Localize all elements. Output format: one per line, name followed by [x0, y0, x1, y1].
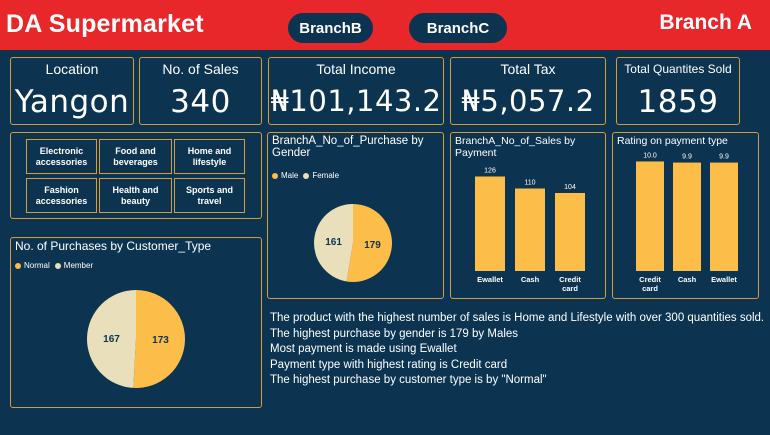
- bar-data-label: 110: [524, 180, 535, 187]
- pie-data-label: 179: [364, 240, 381, 251]
- pie-data-label: 167: [103, 334, 120, 345]
- bar-data-label: 10.0: [643, 152, 657, 159]
- kpi-label: Total Quantites Sold: [624, 62, 732, 76]
- bar-data-label: 9.9: [682, 154, 692, 161]
- bar-data-label: 104: [564, 184, 576, 191]
- kpi-location-card: Location Yangon: [10, 57, 134, 125]
- kpi-sales-card: No. of Sales 340: [139, 57, 262, 125]
- kpi-quantity-card: Total Quantites Sold 1859: [616, 57, 740, 125]
- payment-sales-card: BranchA_No_of_Sales by Payment 126 Ewalle…: [450, 132, 606, 299]
- bar[interactable]: [515, 188, 545, 272]
- insight-line: The highest purchase by gender is 179 by…: [270, 327, 519, 340]
- customer-type-pie-chart: 173 167: [87, 290, 186, 388]
- x-tick-label: Cash: [678, 275, 697, 284]
- x-tick-label: Credit: [639, 275, 661, 284]
- insight-line: The highest purchase by customer type is…: [270, 374, 547, 386]
- insight-line: Most payment is made using Ewallet: [270, 343, 457, 355]
- rating-bar-chart: 10.0 Creditcard 9.9 Cash 9.9 Ewallet: [636, 152, 738, 293]
- slicer-item-fashion[interactable]: Fashion accessories: [26, 178, 97, 213]
- slicer-item-electronic[interactable]: Electronic accessories: [26, 139, 97, 174]
- bar[interactable]: [636, 161, 664, 271]
- pie-data-label: 173: [152, 335, 169, 346]
- slicer-item-health[interactable]: Health and beauty: [99, 178, 172, 213]
- bar[interactable]: [673, 162, 701, 271]
- insight-line: Payment type with highest rating is Cred…: [270, 358, 508, 371]
- gender-chart-card: BranchA_No_of_Purchase by Gender Male Fe…: [267, 132, 444, 299]
- payment-sales-bar-chart: 126 Ewallet 110 Cash 104 Creditcard: [475, 168, 585, 293]
- bar[interactable]: [710, 162, 738, 271]
- slicer-item-food[interactable]: Food and beverages: [99, 139, 172, 174]
- app-title: DA Supermarket: [6, 10, 204, 38]
- header-bar: DA Supermarket BranchB BranchC Branch A: [0, 0, 770, 50]
- x-tick-label: Ewallet: [711, 275, 737, 284]
- kpi-label: Total Income: [316, 61, 396, 77]
- kpi-value: 340: [170, 84, 231, 120]
- insights-panel: The product with the highest number of s…: [270, 311, 764, 389]
- branch-title: Branch A: [659, 11, 752, 34]
- kpi-value: ₦101,143.2: [270, 84, 442, 118]
- x-tick-label: Credit: [559, 275, 581, 284]
- gender-pie-chart: 179 161: [314, 204, 393, 282]
- kpi-value: 1859: [637, 84, 719, 120]
- pie-data-label: 161: [325, 237, 342, 248]
- kpi-value: Yangon: [14, 84, 130, 120]
- x-tick-label: Ewallet: [477, 275, 503, 284]
- customer-type-card: No. of Purchases by Customer_Type Normal…: [10, 237, 262, 408]
- x-tick-label: card: [562, 284, 578, 293]
- nav-branch-c-button[interactable]: BranchC: [409, 13, 507, 43]
- kpi-label: Total Tax: [500, 61, 556, 77]
- x-tick-label: card: [642, 284, 658, 293]
- bar-data-label: 126: [484, 168, 496, 175]
- kpi-income-card: Total Income ₦101,143.2: [268, 57, 444, 125]
- kpi-label: Location: [45, 61, 99, 77]
- x-tick-label: Cash: [521, 275, 540, 284]
- bar-data-label: 9.9: [719, 154, 729, 161]
- product-line-slicer: Electronic accessories Food and beverage…: [10, 132, 262, 219]
- nav-branch-b-button[interactable]: BranchB: [288, 13, 373, 43]
- rating-card: Rating on payment type 10.0 Credit card 9.9…: [612, 132, 759, 299]
- bar[interactable]: [475, 176, 505, 272]
- kpi-label: No. of Sales: [162, 61, 239, 77]
- insight-line: The product with the highest number of s…: [270, 312, 765, 324]
- kpi-tax-card: Total Tax ₦5,057.2: [450, 57, 606, 125]
- slicer-item-home[interactable]: Home and lifestyle: [174, 139, 245, 174]
- kpi-value: ₦5,057.2: [461, 84, 595, 118]
- slicer-item-sports[interactable]: Sports and travel: [174, 178, 245, 213]
- bar[interactable]: [555, 193, 585, 271]
